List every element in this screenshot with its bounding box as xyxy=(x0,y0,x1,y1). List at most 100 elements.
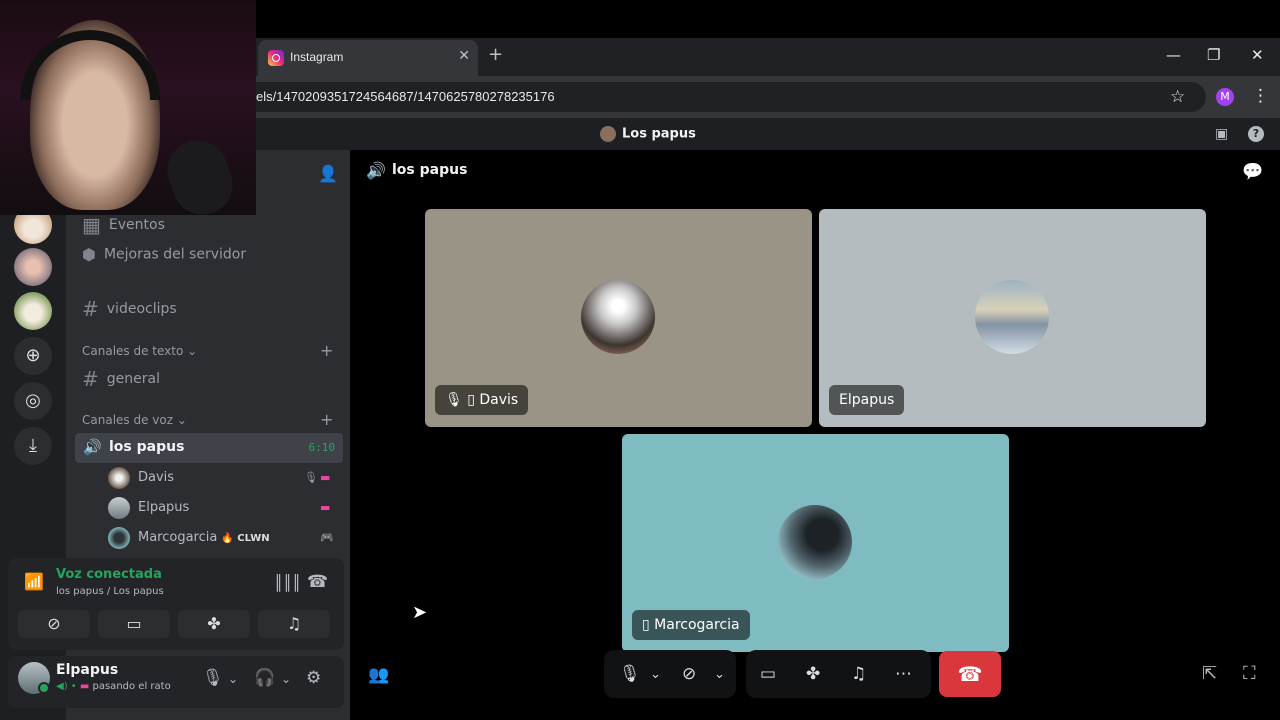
help-icon[interactable]: ? xyxy=(1248,126,1264,142)
add-server-icon[interactable]: ⊕ xyxy=(14,337,52,375)
settings-gear-icon[interactable]: ⚙ xyxy=(306,668,321,688)
new-tab-button[interactable]: + xyxy=(488,44,503,65)
user-name[interactable]: Elpapus xyxy=(56,662,118,678)
channel-general[interactable]: # general xyxy=(82,367,160,391)
add-text-channel-icon[interactable]: + xyxy=(320,341,333,360)
participant-tile-elpapus[interactable]: Elpapus xyxy=(819,209,1206,427)
camera-options-chevron-icon[interactable]: ⌄ xyxy=(714,667,725,682)
participant-avatar xyxy=(975,280,1049,354)
participant-label: 🎙 ▯ Davis xyxy=(435,385,529,415)
channel-eventos-label: Eventos xyxy=(108,217,165,233)
inbox-icon[interactable]: ▣ xyxy=(1215,126,1228,142)
minimize-button[interactable]: — xyxy=(1166,46,1181,64)
screen-share-icon[interactable]: ▭ xyxy=(760,664,776,684)
share-screen-button[interactable]: ▭ xyxy=(98,610,170,638)
hash-icon: # xyxy=(82,367,99,391)
browser-tab-instagram[interactable]: Instagram ✕ xyxy=(258,40,478,76)
microphone-shape xyxy=(158,132,242,215)
toggle-camera-button[interactable]: ⊘ xyxy=(18,610,90,638)
audio-options-chevron-icon[interactable]: ⌄ xyxy=(281,672,291,686)
camera-off-icon[interactable]: ⊘ xyxy=(682,664,696,684)
voice-user-name-text: Marcogarcia xyxy=(138,530,218,545)
pop-out-icon[interactable]: ⇱ xyxy=(1202,663,1217,684)
streamer-webcam-overlay xyxy=(0,0,256,215)
voice-channel-label: los papus xyxy=(109,439,185,455)
boost-icon: ⬢ xyxy=(82,245,96,264)
mic-options-chevron-icon[interactable]: ⌄ xyxy=(650,667,661,682)
category-voice-channels[interactable]: Canales de voz ⌄ xyxy=(82,413,187,427)
voice-connected-title[interactable]: Voz conectada xyxy=(56,567,162,582)
participant-avatar xyxy=(581,280,655,354)
invite-people-icon[interactable]: 👤 xyxy=(318,164,338,183)
browser-menu-icon[interactable]: ⋮ xyxy=(1252,86,1269,106)
chat-bubble-icon[interactable]: 💬 xyxy=(1242,162,1263,182)
activities-icon[interactable]: ✤ xyxy=(806,664,820,684)
participant-name: Elpapus xyxy=(839,392,895,408)
server-icon-dog-3[interactable] xyxy=(14,292,52,330)
maximize-button[interactable]: ❐ xyxy=(1207,46,1220,64)
camera-off-icon: ⊘ xyxy=(47,614,61,633)
microphone-icon[interactable]: 🎙 xyxy=(202,668,224,688)
more-options-icon[interactable]: ⋯ xyxy=(895,664,912,684)
bookmark-star-icon[interactable]: ☆ xyxy=(1170,87,1185,107)
discover-icon[interactable]: ◎ xyxy=(14,382,52,420)
address-bar-url[interactable]: els/1470209351724564687/1470625780278235… xyxy=(256,89,555,104)
participant-name: Davis xyxy=(479,392,519,408)
hang-up-icon: ☎ xyxy=(957,662,983,686)
server-title-text: Los papus xyxy=(622,126,696,142)
calendar-icon: ▦ xyxy=(82,213,101,237)
tab-close-icon[interactable]: ✕ xyxy=(458,48,470,64)
mobile-icon: 🎙 ▯ xyxy=(445,392,480,408)
voice-user-name: Davis xyxy=(138,470,175,485)
activity-icon: ▬ xyxy=(320,501,331,514)
voice-timer: 6:10 xyxy=(308,441,336,454)
noise-suppression-icon[interactable]: ║║║ xyxy=(274,574,301,592)
category-text-channels[interactable]: Canales de texto ⌄ xyxy=(82,344,197,358)
participant-label: Elpapus xyxy=(829,385,905,415)
soundboard-button[interactable]: ♫ xyxy=(258,610,330,638)
hash-icon: # xyxy=(82,297,99,321)
activities-button[interactable]: ✤ xyxy=(178,610,250,638)
speaker-icon: ◀) • xyxy=(56,681,77,692)
participant-tile-davis[interactable]: 🎙 ▯ Davis xyxy=(425,209,812,427)
participant-name: Marcogarcia xyxy=(654,617,740,633)
channel-videoclips-label: videoclips xyxy=(106,301,177,317)
activity-icon: ▬ xyxy=(79,681,90,692)
soundboard-icon[interactable]: ♫ xyxy=(851,664,866,684)
channel-eventos[interactable]: ▦ Eventos xyxy=(82,213,165,237)
server-icon xyxy=(600,126,616,142)
download-icon[interactable]: ⤓ xyxy=(14,427,52,465)
server-icon-2[interactable] xyxy=(14,248,52,286)
headphones-icon[interactable]: 🎧 xyxy=(254,668,275,688)
call-channel-title: los papus xyxy=(392,162,468,178)
microphone-icon[interactable]: 🎙 xyxy=(619,664,641,684)
mic-options-chevron-icon[interactable]: ⌄ xyxy=(228,672,238,686)
disconnect-icon[interactable]: ☎ xyxy=(307,572,328,592)
channel-videoclips[interactable]: # videoclips xyxy=(82,297,177,321)
voice-user-name: Marcogarcia 🔥 CLWN xyxy=(138,530,270,545)
online-status-dot xyxy=(38,682,50,694)
activity-icon: ▬ xyxy=(320,471,331,484)
fullscreen-icon[interactable]: ⛶ xyxy=(1243,663,1256,684)
server-title: Los papus xyxy=(600,126,696,142)
voice-connected-subtitle[interactable]: los papus / Los papus xyxy=(56,586,164,597)
channel-mejoras[interactable]: ⬢ Mejoras del servidor xyxy=(82,245,246,264)
signal-icon[interactable]: 📶 xyxy=(24,572,44,591)
instagram-icon xyxy=(268,50,284,66)
mobile-mic-icon: 🎙 xyxy=(304,471,318,484)
voice-user-name: Elpapus xyxy=(138,500,190,515)
invite-to-call-icon[interactable]: 👥 xyxy=(368,665,389,685)
avatar xyxy=(108,497,130,519)
user-status-text: pasando el rato xyxy=(92,681,171,692)
voice-channel-los-papus[interactable]: 🔊 los papus 6:10 xyxy=(75,433,343,463)
channel-general-label: general xyxy=(106,371,160,387)
close-window-button[interactable]: ✕ xyxy=(1251,46,1264,64)
soundboard-icon: ♫ xyxy=(286,614,302,633)
headphones-shape xyxy=(20,30,160,100)
participant-tile-marcogarcia[interactable]: ▯ Marcogarcia xyxy=(622,434,1009,652)
avatar xyxy=(108,467,130,489)
add-voice-channel-icon[interactable]: + xyxy=(320,410,333,429)
disconnect-call-button[interactable]: ☎ xyxy=(939,651,1001,697)
user-status: ◀) • ▬ pasando el rato xyxy=(56,681,171,692)
profile-avatar[interactable]: M xyxy=(1216,88,1234,106)
